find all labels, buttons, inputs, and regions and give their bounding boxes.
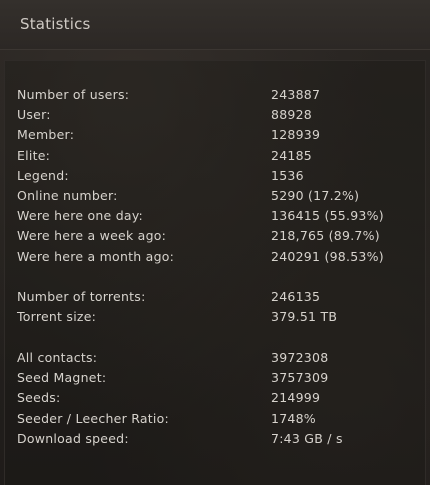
- stat-value: 5290 (17.2%): [271, 187, 360, 203]
- stat-value: 88928: [271, 107, 313, 123]
- stat-row-legend: Legend: 1536: [17, 166, 417, 186]
- stat-value: 243887: [271, 87, 321, 102]
- stat-row-here-month-ago: Were here a month ago: 240291 (98.53%): [17, 247, 417, 267]
- peers-stats-group: All contacts: 3972308 Seed Magnet: 37573…: [17, 348, 417, 449]
- stat-label: Legend:: [17, 167, 69, 183]
- torrents-stats-group: Number of torrents: 246135 Torrent size:…: [17, 287, 417, 327]
- stat-row-online-number: Online number: 5290 (17.2%): [17, 186, 417, 206]
- stat-value: 1748%: [271, 410, 316, 426]
- stat-label: Number of torrents:: [17, 289, 146, 304]
- stat-label: Were here a month ago:: [17, 248, 175, 264]
- stat-row-torrent-size: Torrent size: 379.51 TB: [17, 307, 417, 327]
- statistics-panel: Statistics Number of users: 243887 User:…: [0, 0, 430, 485]
- stat-row-elite: Elite: 24185: [17, 146, 417, 166]
- stat-value: 379.51 TB: [271, 309, 338, 325]
- stat-label: Were here one day:: [17, 208, 144, 224]
- stat-value: 1536: [271, 167, 304, 183]
- stat-label: Online number:: [17, 187, 118, 203]
- stat-row-seeds: Seeds: 214999: [17, 388, 417, 408]
- stat-label: Seed Magnet:: [17, 370, 107, 386]
- stat-value: 214999: [271, 390, 321, 406]
- stat-row-seeder-leecher-ratio: Seeder / Leecher Ratio: 1748%: [17, 409, 417, 429]
- stat-label: Number of users:: [17, 87, 130, 102]
- stat-label: Download speed:: [17, 430, 129, 446]
- stat-value: 218,765 (89.7%): [271, 228, 380, 244]
- stat-value: 7:43 GB / s: [271, 430, 343, 446]
- stat-label: Were here a week ago:: [17, 228, 167, 244]
- stat-label: Seeds:: [17, 390, 61, 406]
- stat-value: 3757309: [271, 370, 329, 386]
- stat-row-here-one-day: Were here one day: 136415 (55.93%): [17, 206, 417, 226]
- stat-value: 246135: [271, 289, 321, 304]
- stat-row-all-contacts: All contacts: 3972308: [17, 348, 417, 368]
- stat-value: 24185: [271, 147, 313, 163]
- stat-value: 128939: [271, 127, 321, 143]
- stat-value: 136415 (55.93%): [271, 208, 384, 224]
- stat-row-member: Member: 128939: [17, 125, 417, 145]
- users-stats-group: Number of users: 243887 User: 88928 Memb…: [17, 85, 417, 267]
- stat-label: All contacts:: [17, 350, 98, 365]
- stat-row-number-of-torrents: Number of torrents: 246135: [17, 287, 417, 307]
- panel-header: Statistics: [0, 0, 430, 50]
- stat-row-user: User: 88928: [17, 105, 417, 125]
- stat-label: Torrent size:: [17, 309, 97, 325]
- stat-label: User:: [17, 107, 51, 123]
- stat-row-here-week-ago: Were here a week ago: 218,765 (89.7%): [17, 226, 417, 246]
- stat-row-seed-magnet: Seed Magnet: 3757309: [17, 368, 417, 388]
- stat-value: 240291 (98.53%): [271, 248, 384, 264]
- stat-label: Seeder / Leecher Ratio:: [17, 410, 170, 426]
- stat-label: Elite:: [17, 147, 51, 163]
- stat-row-number-of-users: Number of users: 243887: [17, 85, 417, 105]
- stat-value: 3972308: [271, 350, 329, 365]
- stat-label: Member:: [17, 127, 75, 143]
- stat-row-download-speed: Download speed: 7:43 GB / s: [17, 429, 417, 449]
- panel-title: Statistics: [20, 15, 91, 33]
